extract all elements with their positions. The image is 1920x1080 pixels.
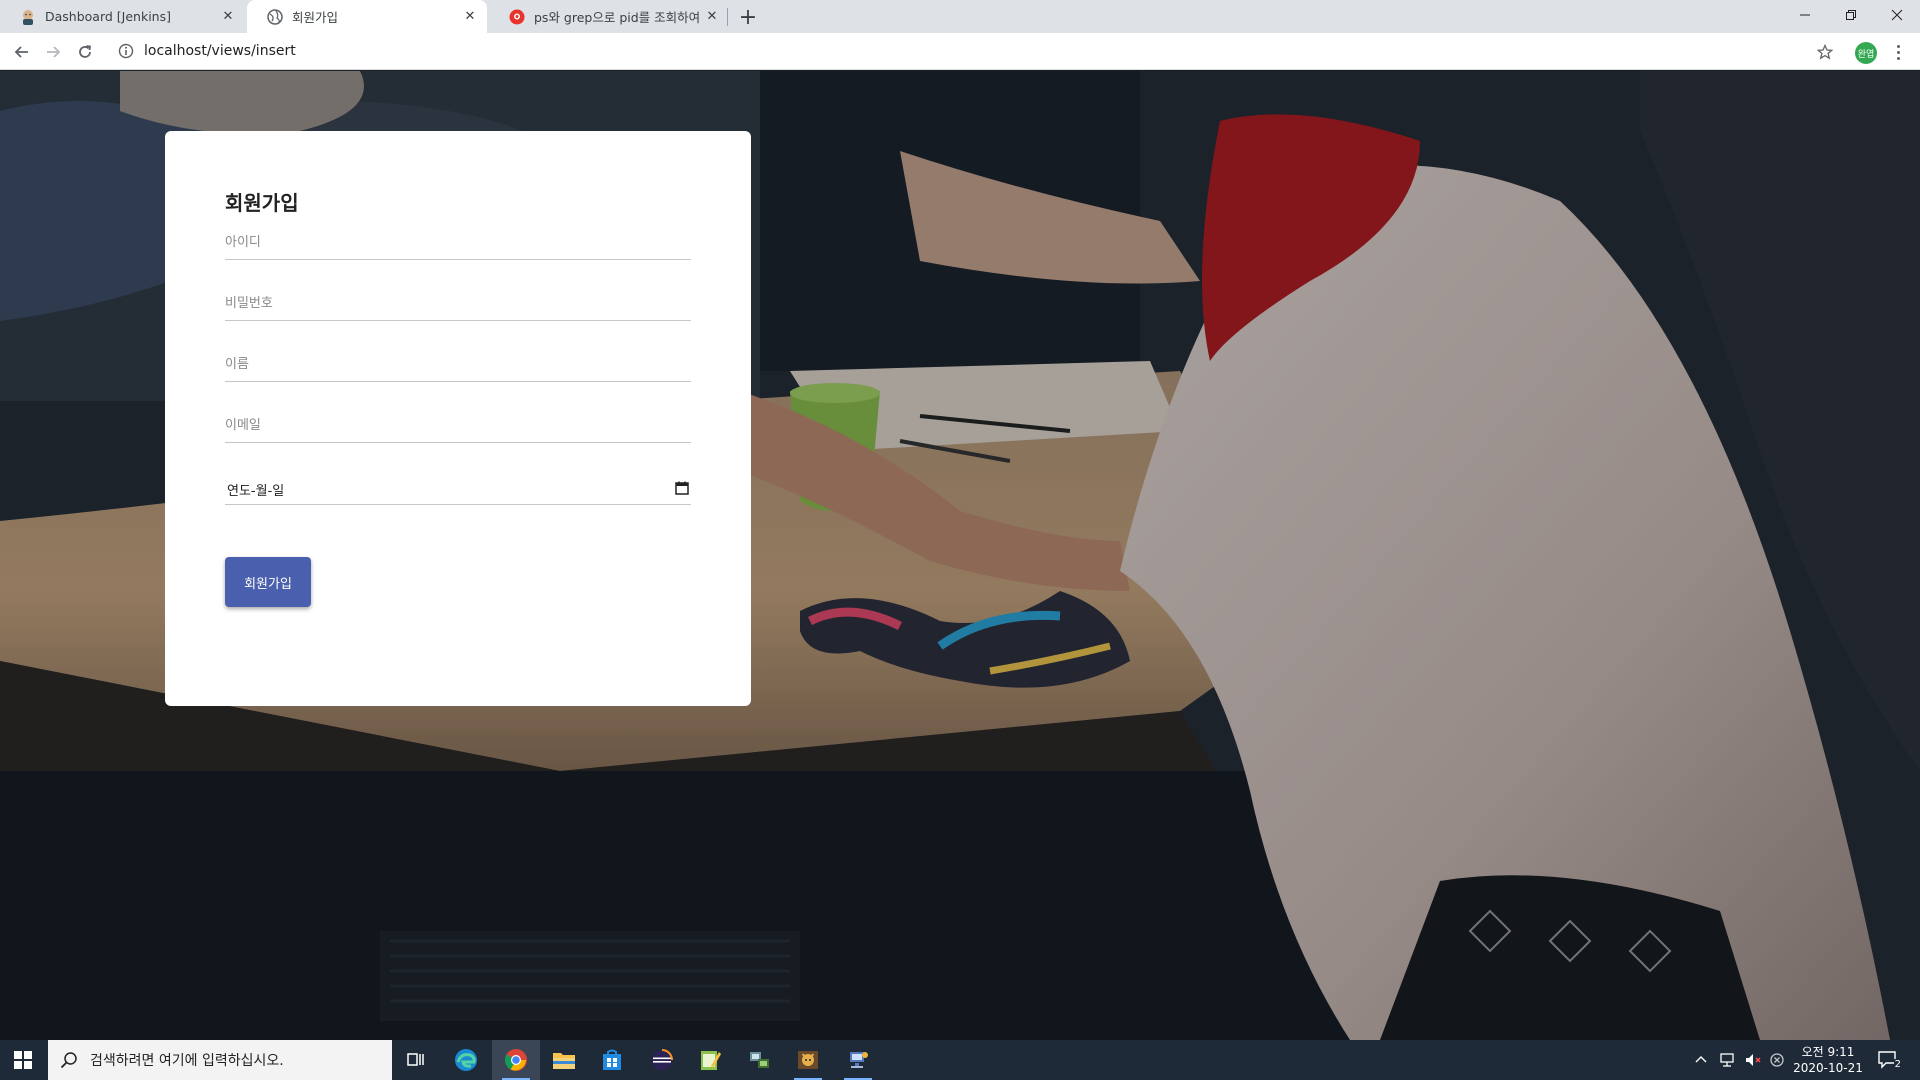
forward-button[interactable] [39,38,67,66]
arrow-left-icon [14,46,28,58]
taskbar-search[interactable]: 검색하려면 여기에 입력하십시오. [48,1040,392,1080]
restore-button[interactable] [1828,0,1874,30]
close-tab-icon[interactable]: ✕ [704,9,720,25]
url-text: localhost/views/insert [144,43,296,59]
notepad-icon [701,1051,721,1070]
system-tray [1694,1040,1784,1080]
windows-taskbar: 검색하려면 여기에 입력하십시오. 오전 9:11 2020-10-21 2 [0,1040,1920,1080]
password-input[interactable] [225,287,691,320]
eclipse-icon [652,1049,673,1070]
tab-title: Dashboard [Jenkins] [45,9,171,24]
taskbar-clock[interactable]: 오전 9:11 2020-10-21 [1785,1044,1871,1076]
search-icon [60,1052,77,1069]
volume-muted-icon[interactable] [1744,1052,1762,1068]
browser-menu-button[interactable] [1888,39,1908,65]
chrome-taskbar-button[interactable] [492,1040,540,1080]
windows-logo-icon [14,1051,32,1069]
notification-count: 2 [1893,1059,1902,1070]
arrow-right-icon [47,46,61,58]
edge-icon [455,1049,477,1071]
error-status-icon[interactable] [1770,1053,1784,1067]
date-input-text[interactable]: 연도-월-일 [227,480,284,499]
close-tab-icon[interactable]: ✕ [462,9,478,25]
back-button[interactable] [8,38,36,66]
birthdate-field[interactable]: 연도-월-일 [225,471,691,505]
chrome-icon [505,1049,527,1071]
info-icon[interactable] [118,43,134,59]
restore-icon [1846,10,1856,20]
blog-icon [509,9,525,24]
email-input[interactable] [225,409,691,442]
notification-center-button[interactable]: 2 [1874,1048,1902,1072]
reload-button[interactable] [71,38,99,66]
signup-submit-button[interactable]: 회원가입 [225,557,311,607]
browser-toolbar: localhost/views/insert 완엽 [0,33,1920,70]
tab-blog-post[interactable]: ps와 grep으로 pid를 조회하여 프 ✕ [489,0,729,33]
page-viewport: 회원가입 연도-월-일 회원가입 [0,71,1920,1040]
password-field[interactable] [225,287,691,321]
tab-title: ps와 grep으로 pid를 조회하여 프 [534,10,704,25]
task-view-icon [407,1053,424,1066]
notepad-taskbar-button[interactable] [686,1040,734,1080]
network-icon[interactable] [1718,1052,1736,1068]
folder-icon [553,1053,575,1069]
tomcat-icon [798,1051,818,1069]
reload-icon [79,45,92,58]
close-icon [1891,9,1903,21]
chevron-up-icon[interactable] [1694,1053,1708,1067]
calendar-icon[interactable] [675,481,689,495]
address-bar[interactable]: localhost/views/insert [108,36,1778,66]
signup-card: 회원가입 연도-월-일 회원가입 [165,131,751,706]
start-button[interactable] [0,1040,46,1080]
globe-icon [267,8,283,25]
clock-date: 2020-10-21 [1793,1061,1863,1075]
remote-tool-taskbar-button[interactable] [736,1040,784,1080]
minimize-icon [1800,14,1810,16]
search-placeholder: 검색하려면 여기에 입력하십시오. [90,1053,284,1069]
tab-jenkins-dashboard[interactable]: Dashboard [Jenkins] ✕ [0,0,245,33]
new-tab-button[interactable]: + [735,4,761,30]
tab-separator [727,8,728,26]
vpn-taskbar-button[interactable] [834,1040,882,1080]
network-tool-icon [750,1052,769,1068]
tomcat-taskbar-button[interactable] [784,1040,832,1080]
store-taskbar-button[interactable] [588,1040,636,1080]
jenkins-icon [23,9,33,25]
tab-title: 회원가입 [292,10,339,25]
edge-taskbar-button[interactable] [442,1040,490,1080]
name-field[interactable] [225,348,691,382]
id-field[interactable] [225,226,691,260]
clock-time: 오전 9:11 [1801,1045,1855,1059]
name-input[interactable] [225,348,691,381]
close-window-button[interactable] [1874,0,1920,30]
id-input[interactable] [225,226,691,259]
star-icon [1817,44,1833,60]
profile-avatar[interactable]: 완엽 [1855,42,1877,64]
eclipse-taskbar-button[interactable] [638,1040,686,1080]
page-title: 회원가입 [225,191,299,215]
connection-icon [850,1052,868,1068]
minimize-button[interactable] [1782,0,1828,30]
store-icon [603,1049,621,1070]
close-tab-icon[interactable]: ✕ [220,9,236,25]
file-explorer-taskbar-button[interactable] [540,1040,588,1080]
task-view-button[interactable] [392,1040,440,1080]
tab-signup[interactable]: 회원가입 ✕ [247,0,487,33]
email-field[interactable] [225,409,691,443]
bookmark-button[interactable] [1812,39,1838,65]
browser-tab-strip: Dashboard [Jenkins] ✕ 회원가입 ✕ ps와 grep으로 … [0,0,1920,33]
